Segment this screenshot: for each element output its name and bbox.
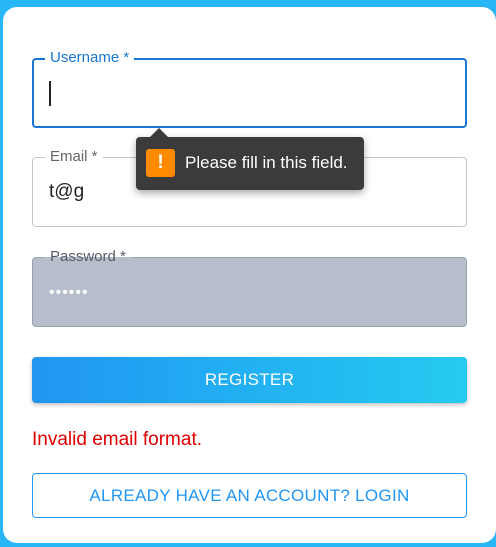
username-input[interactable] [50,82,450,106]
warning-icon: ! [146,149,175,177]
error-message: Invalid email format. [32,429,203,450]
tooltip-text: Please fill in this field. [185,153,348,172]
validation-tooltip: ! Please fill in this field. [136,128,364,190]
login-button[interactable]: ALREADY HAVE AN ACCOUNT? LOGIN [32,473,467,518]
email-label: Email * [45,148,103,166]
tooltip-arrow [150,128,168,137]
register-card: Username * Email * t@g Password * ••••••… [3,7,496,543]
password-input[interactable]: •••••• [49,281,449,305]
register-button[interactable]: REGISTER [32,357,467,403]
password-label: Password * [45,248,131,266]
username-field[interactable]: Username * [32,49,467,128]
username-label: Username * [45,49,135,67]
password-field[interactable]: Password * •••••• [32,248,467,327]
